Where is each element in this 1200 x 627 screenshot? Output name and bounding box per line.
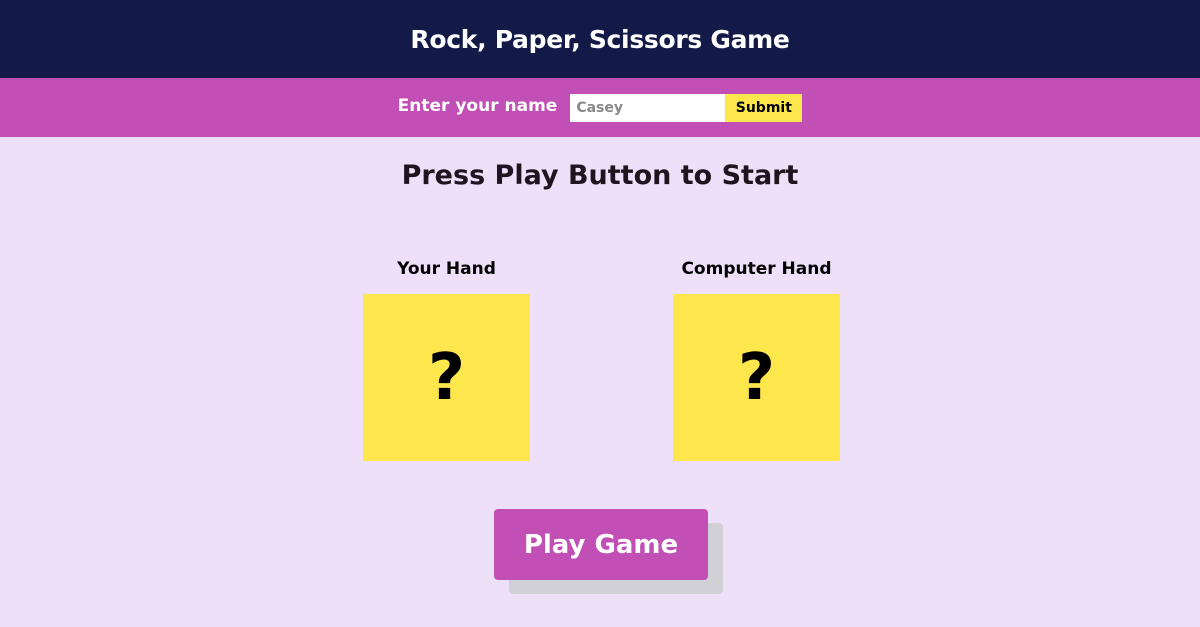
name-input[interactable]: [570, 93, 726, 122]
submit-button[interactable]: Submit: [725, 93, 803, 122]
computer-hand-box: ?: [673, 294, 840, 461]
player-hand-panel: Your Hand ?: [363, 258, 530, 461]
player-hand-title: Your Hand: [397, 259, 496, 279]
play-game-button[interactable]: Play Game: [494, 509, 708, 580]
computer-hand-title: Computer Hand: [681, 259, 832, 279]
question-mark-icon: ?: [427, 340, 466, 415]
question-mark-icon: ?: [737, 340, 776, 415]
player-hand-box: ?: [363, 294, 530, 461]
name-form: Enter your name Submit: [0, 78, 1200, 137]
page-title: Rock, Paper, Scissors Game: [410, 24, 790, 54]
computer-hand-panel: Computer Hand ?: [673, 258, 840, 461]
status-message: Press Play Button to Start: [401, 160, 799, 191]
name-label: Enter your name: [397, 95, 558, 116]
page-header: Rock, Paper, Scissors Game: [0, 0, 1200, 78]
